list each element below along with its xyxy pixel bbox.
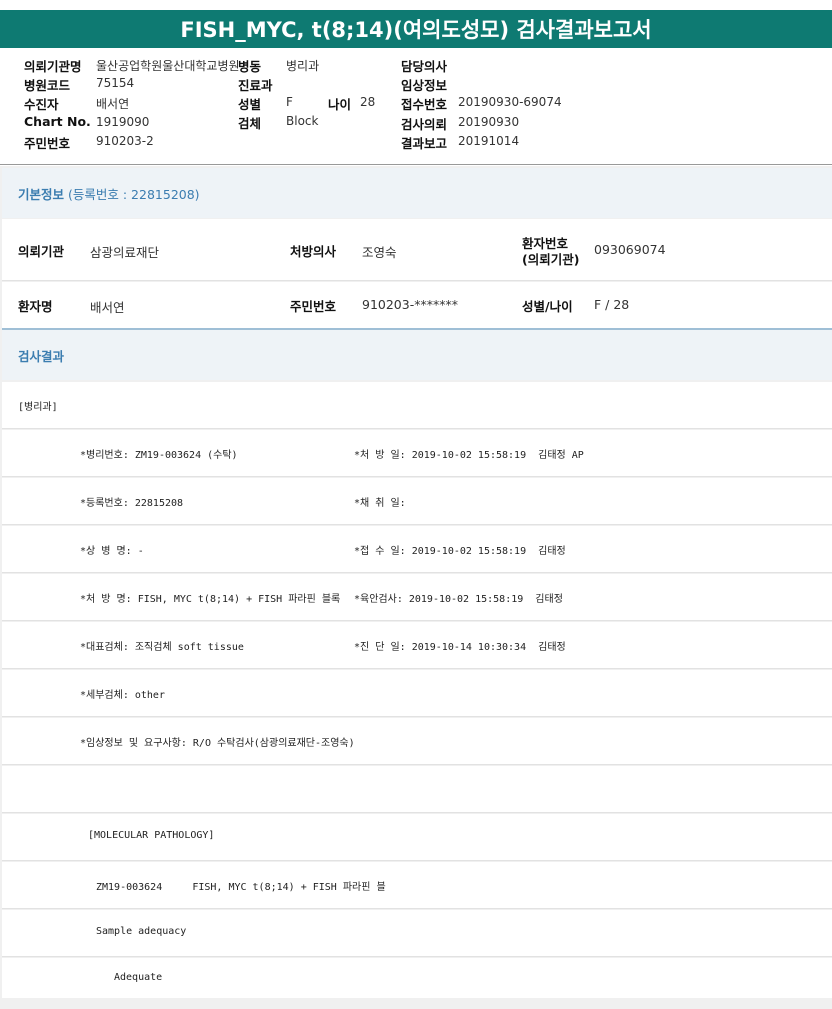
label-report-date: 결과보고: [401, 136, 448, 151]
value-chart-no: 1919090: [96, 115, 150, 129]
result-line-left: *세부검체: other: [80, 690, 165, 701]
result-row: *세부검체: other: [2, 670, 832, 717]
basic-info-title: 기본정보: [18, 186, 65, 202]
label-age: 나이: [328, 97, 352, 112]
value-request-date: 20190930: [458, 115, 520, 129]
molecular-pathology-tag: [MOLECULAR PATHOLOGY]: [88, 830, 215, 841]
value-age: 28: [360, 95, 376, 109]
label-chart-no: Chart No.: [24, 114, 91, 129]
label-department: 진료과: [238, 78, 273, 93]
result-row: [병리과]: [2, 382, 832, 429]
result-line-left: *임상정보 및 요구사항: R/O 수탁검사(삼광의료재단-조영숙): [80, 738, 355, 749]
label-patient-no-sub: (의뢰기관): [522, 252, 580, 267]
result-row: *대표검체: 조직검체 soft tissue *진 단 일: 2019-10-…: [2, 622, 832, 669]
sample-adequacy-value: Adequate: [114, 972, 163, 983]
result-row-empty: [2, 766, 832, 813]
results-title: 검사결과: [18, 348, 65, 364]
result-row: *임상정보 및 요구사항: R/O 수탁검사(삼광의료재단-조영숙): [2, 718, 832, 765]
result-line-right: *육안검사: 2019-10-02 15:58:19 김태정: [354, 594, 563, 605]
department-tag: [병리과]: [18, 402, 58, 413]
label-attending-doctor: 담당의사: [401, 59, 448, 74]
report-body: 기본정보 (등록번호 : 22815208) 의뢰기관 삼광의료재단 처방의사 …: [0, 166, 832, 1009]
value-ward: 병리과: [286, 59, 320, 73]
value-report-date: 20191014: [458, 134, 520, 148]
basic-info-row: 의뢰기관 삼광의료재단 처방의사 조영숙 환자번호 (의뢰기관) 0930690…: [2, 219, 832, 281]
label-prescribing-doctor: 처방의사: [290, 244, 337, 259]
result-row: Adequate: [2, 958, 832, 998]
result-line-right: *접 수 일: 2019-10-02 15:58:19 김태정: [354, 546, 566, 557]
label-resident-no: 주민번호: [290, 299, 337, 314]
result-row: [MOLECULAR PATHOLOGY]: [2, 814, 832, 861]
result-row: *상 병 명: - *접 수 일: 2019-10-02 15:58:19 김태…: [2, 526, 832, 573]
value-sex-age: F / 28: [594, 297, 630, 312]
report-header: 의뢰기관명 울산공업학원울산대학교병원 병동 병리과 담당의사 병원코드 751…: [0, 52, 832, 164]
label-request-date: 검사의뢰: [401, 117, 448, 132]
result-line-right: *처 방 일: 2019-10-02 15:58:19 김태정 AP: [354, 450, 584, 461]
value-resident-no: 910203-2: [96, 134, 154, 148]
label-requesting-org: 의뢰기관: [18, 244, 65, 259]
value-resident-no: 910203-*******: [362, 297, 458, 312]
label-patient: 수진자: [24, 97, 59, 112]
value-patient-no: 093069074: [594, 242, 666, 257]
label-patient-name: 환자명: [18, 299, 53, 314]
report-title: FISH_MYC, t(8;14)(여의도성모) 검사결과보고서: [0, 10, 832, 48]
value-prescribing-doctor: 조영숙: [362, 245, 397, 260]
result-line-left: *상 병 명: -: [80, 546, 144, 557]
result-line-left: *등록번호: 22815208: [80, 498, 184, 509]
result-row: ZM19-003624 FISH, MYC t(8;14) + FISH 파라핀…: [2, 862, 832, 909]
result-line-left: *병리번호: ZM19-003624 (수탁): [80, 450, 238, 461]
value-requesting-org: 삼광의료재단: [90, 245, 160, 260]
header-divider: [0, 164, 832, 165]
sample-adequacy-label: Sample adequacy: [96, 926, 187, 937]
label-resident-no: 주민번호: [24, 136, 71, 151]
value-receipt-no: 20190930-69074: [458, 95, 562, 109]
basic-info-row: 환자명 배서연 주민번호 910203-******* 성별/나이 F / 28: [2, 282, 832, 328]
value-requesting-org: 울산공업학원울산대학교병원: [96, 59, 240, 73]
results-heading: 검사결과: [2, 330, 832, 380]
result-row: *병리번호: ZM19-003624 (수탁) *처 방 일: 2019-10-…: [2, 430, 832, 477]
label-requesting-org: 의뢰기관명: [24, 59, 82, 74]
result-line-left: *처 방 명: FISH, MYC t(8;14) + FISH 파라핀 블록: [80, 594, 341, 605]
result-row: *등록번호: 22815208 *채 취 일:: [2, 478, 832, 525]
value-sex: F: [286, 95, 293, 109]
result-row: Sample adequacy: [2, 910, 832, 957]
label-specimen: 검체: [238, 116, 262, 131]
registration-number: (등록번호 : 22815208): [68, 186, 200, 202]
result-line-right: *진 단 일: 2019-10-14 10:30:34 김태정: [354, 642, 566, 653]
value-hospital-code: 75154: [96, 76, 135, 90]
result-row: *처 방 명: FISH, MYC t(8;14) + FISH 파라핀 블록 …: [2, 574, 832, 621]
label-receipt-no: 접수번호: [401, 97, 448, 112]
value-patient-name: 배서연: [90, 300, 125, 315]
basic-info-heading: 기본정보 (등록번호 : 22815208): [2, 168, 832, 218]
result-line-right: *채 취 일:: [354, 498, 406, 509]
label-clinical-info: 임상정보: [401, 78, 448, 93]
label-sex-age: 성별/나이: [522, 299, 573, 314]
label-hospital-code: 병원코드: [24, 78, 71, 93]
label-ward: 병동: [238, 59, 262, 74]
value-patient: 배서연: [96, 97, 130, 111]
result-line-left: *대표검체: 조직검체 soft tissue: [80, 642, 244, 653]
label-sex: 성별: [238, 97, 262, 112]
molecular-line: ZM19-003624 FISH, MYC t(8;14) + FISH 파라핀…: [96, 882, 386, 893]
value-specimen: Block: [286, 114, 319, 128]
